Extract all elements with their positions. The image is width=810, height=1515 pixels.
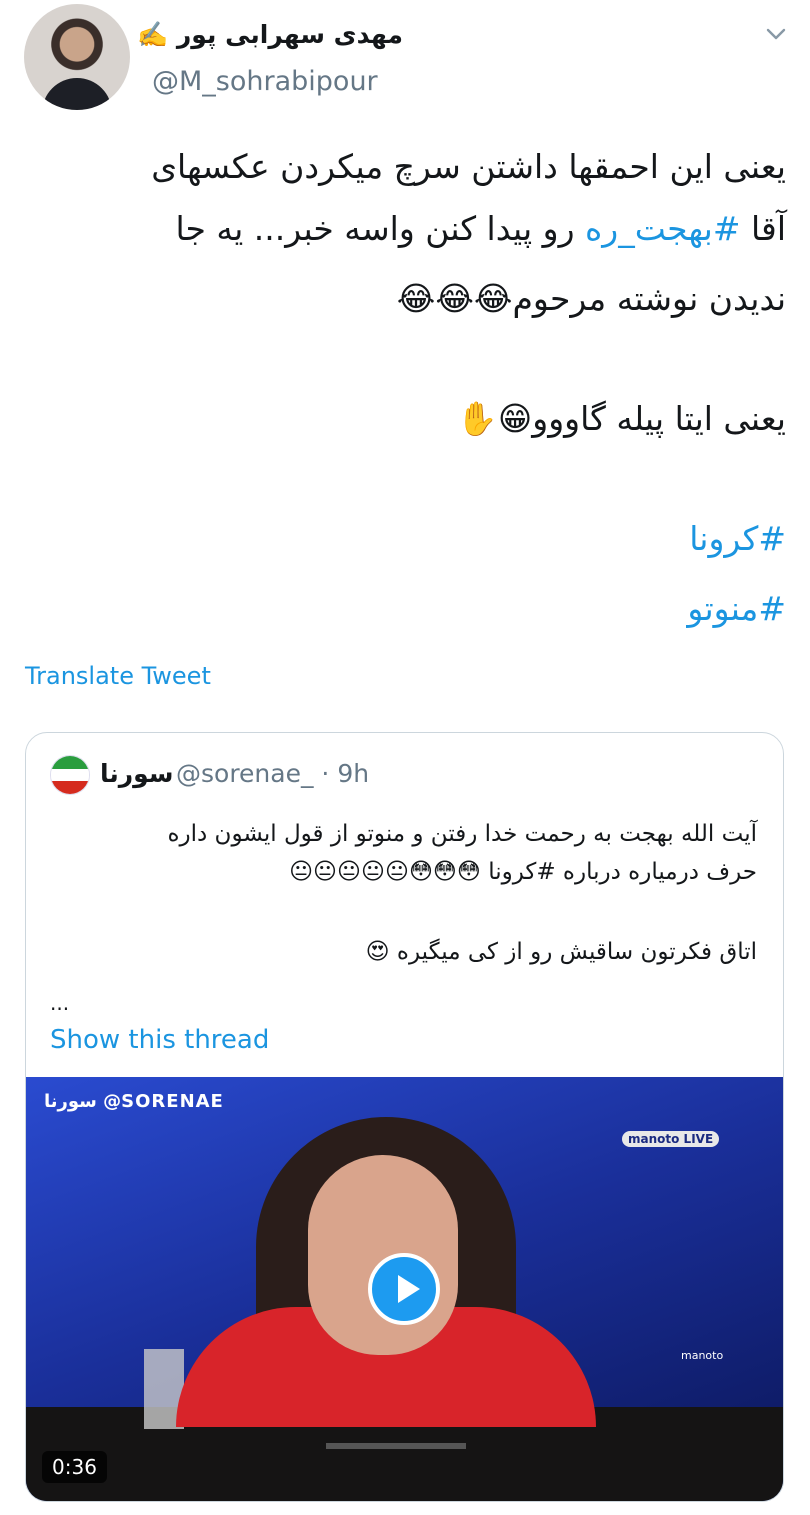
tweet-text-line: ندیدن نوشته مرحوم😂😂😂: [396, 279, 786, 318]
video-duration-badge: 0:36: [42, 1451, 107, 1483]
author-handle[interactable]: @M_sohrabipour: [152, 66, 378, 97]
quoted-text-line: اتاق فکرتون ساقیش رو از کی میگیره 😍: [365, 939, 757, 965]
hashtag-link[interactable]: #بهجت_ره: [585, 209, 740, 248]
author-display-name[interactable]: مهدی سهرابی پور ✍️: [137, 20, 403, 50]
play-icon: [398, 1275, 420, 1303]
quoted-text-ellipsis: ...: [50, 991, 70, 1015]
video-watermark-right: manoto LIVE: [622, 1131, 720, 1147]
chevron-down-icon[interactable]: [764, 22, 788, 46]
translate-tweet-link[interactable]: Translate Tweet: [25, 662, 211, 690]
video-embedded-controls: [326, 1443, 466, 1449]
author-avatar[interactable]: [24, 4, 130, 110]
tweet-text-line: یعنی ایتا پیله گاووو😁✋: [456, 399, 786, 438]
quoted-text-line: آیت الله بهجت به رحمت خدا رفتن و منوتو ا…: [167, 821, 757, 847]
video-watermark-corner: manoto: [681, 1349, 724, 1362]
hashtag-link[interactable]: #منوتو: [687, 592, 786, 625]
tweet-text-line: یعنی این احمقها داشتن سرچ میکردن عکسهای: [151, 147, 786, 186]
video-watermark-left: سورنا @SORENAE: [44, 1091, 224, 1112]
tweet-text-line: آقا #بهجت_ره رو پیدا کنن واسه خبر... یه …: [175, 212, 786, 245]
tweet-text-fragment: رو پیدا کنن واسه خبر... یه جا: [175, 209, 586, 248]
quoted-tweet-card[interactable]: سورنا @sorenae_ · 9h آیت الله بهجت به رح…: [25, 732, 784, 1502]
quoted-text-line: حرف درمیاره درباره #کرونا 😳😳😳😐😐😐😐😐: [289, 859, 757, 885]
hashtag-link[interactable]: #کرونا: [689, 522, 786, 555]
video-player[interactable]: سورنا @SORENAE manoto LIVE manoto 0:36: [26, 1077, 783, 1501]
tweet-text-fragment: آقا: [740, 209, 786, 248]
quoted-author-avatar[interactable]: [50, 755, 90, 795]
play-button[interactable]: [368, 1253, 440, 1325]
quoted-author-name[interactable]: سورنا: [100, 759, 173, 788]
quoted-author-meta: @sorenae_ · 9h: [176, 759, 370, 788]
show-thread-link[interactable]: Show this thread: [50, 1025, 269, 1055]
